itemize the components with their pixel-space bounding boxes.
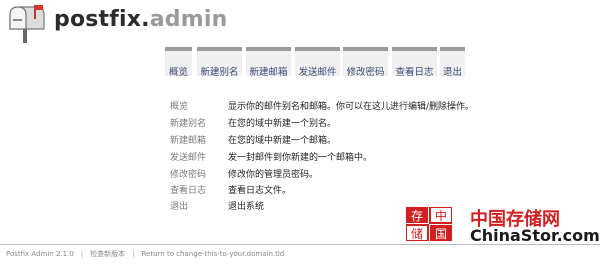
- overview-description: 在您的域中新建一个邮箱。: [228, 136, 337, 146]
- stamp-char: 存: [411, 209, 423, 223]
- footer-return-link[interactable]: Return to change-this-to-your.domain.tld: [142, 250, 285, 258]
- logo-text-light: admin: [149, 7, 228, 32]
- footer-separator: |: [132, 250, 135, 258]
- overview-label[interactable]: 概览: [170, 99, 225, 112]
- watermark-en-text: ChinaStor.com: [470, 226, 600, 245]
- overview-description: 退出系统: [228, 202, 265, 212]
- menu-item-send-mail[interactable]: 发送邮件: [295, 47, 340, 76]
- overview-label[interactable]: 退出: [170, 199, 225, 212]
- watermark: 存 中 储 国 中国存储网 ChinaStor.com: [400, 203, 600, 245]
- stamp-char: 中: [435, 208, 447, 223]
- overview-label[interactable]: 修改密码: [170, 167, 225, 180]
- overview-label[interactable]: 新建邮箱: [170, 133, 225, 146]
- stamp-char: 国: [435, 227, 447, 241]
- footer-divider: [0, 244, 600, 245]
- overview-label[interactable]: 发送邮件: [170, 150, 225, 163]
- overview-label[interactable]: 新建别名: [170, 116, 225, 129]
- overview-description: 修改你的管理员密码。: [228, 170, 319, 180]
- menu-item-new-alias[interactable]: 新建别名: [197, 47, 242, 76]
- menu-item-view-log[interactable]: 查看日志: [392, 47, 437, 76]
- watermark-stamp-icon: 存 中 储 国: [406, 207, 452, 241]
- menu-item-change-password[interactable]: 修改密码: [343, 47, 388, 76]
- overview-description: 显示你的邮件别名和邮箱。你可以在这儿进行编辑/删除操作。: [228, 102, 475, 112]
- logo-text-dark: postfix.: [54, 7, 150, 32]
- overview-description: 发一封邮件到你新建的一个邮箱中。: [228, 153, 373, 163]
- footer-check-update-link[interactable]: 检查新版本: [90, 249, 125, 259]
- overview-description: 在您的域中新建一个别名。: [228, 119, 337, 129]
- logo: postfix.admin: [6, 3, 236, 43]
- menu-item-new-mailbox[interactable]: 新建邮箱: [246, 47, 291, 76]
- footer-separator: |: [80, 250, 84, 258]
- logo-title: postfix.admin: [54, 7, 227, 32]
- menu-item-logout[interactable]: 退出: [440, 47, 465, 76]
- mailbox-icon: [9, 5, 45, 43]
- footer-version-link[interactable]: Postfix Admin 2.1.0: [6, 250, 74, 258]
- menu-item-overview[interactable]: 概览: [165, 47, 192, 76]
- footer: Postfix Admin 2.1.0 | 检查新版本 | Return to chan…: [6, 249, 284, 259]
- stamp-char: 储: [411, 226, 423, 241]
- overview-label[interactable]: 查看日志: [170, 183, 225, 196]
- overview-description: 查看日志文件。: [228, 186, 292, 196]
